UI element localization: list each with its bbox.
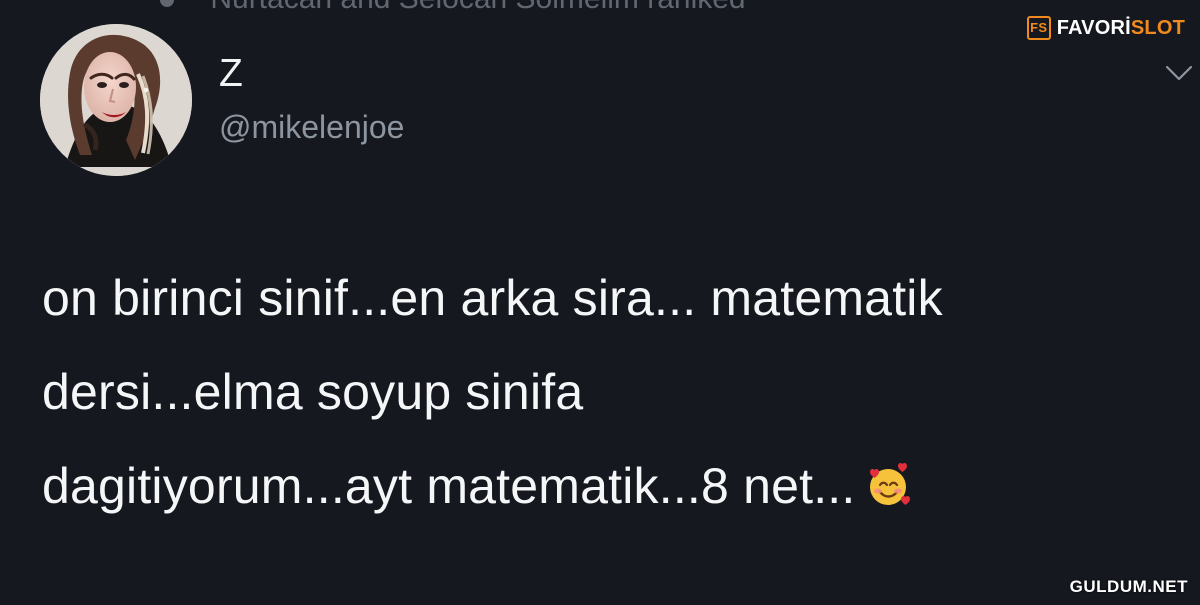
smiling-face-with-hearts-icon [863, 461, 913, 511]
previous-tweet-context: Nurtacan and Selocan Solmelim rarliked [160, 0, 920, 10]
tweet-line: dagitiyorum...ayt matematik...8 net... [42, 439, 1172, 533]
brand-text: FAVORİSLOT [1057, 17, 1185, 40]
reply-thread-icon [160, 0, 174, 8]
chevron-down-icon[interactable] [1164, 63, 1194, 83]
site-logo: FS FAVORİSLOT [1026, 15, 1185, 41]
previous-tweet-context-text: Nurtacan and Selocan Solmelim rarliked [210, 0, 745, 10]
watermark: GULDUM.NET [1069, 577, 1188, 596]
tweet-text: on birinci sinif...en arka sira... matem… [42, 251, 1172, 533]
tweet-line: on birinci sinif...en arka sira... matem… [42, 270, 943, 326]
display-name[interactable]: Z [219, 54, 243, 93]
avatar[interactable] [40, 24, 192, 176]
brand-name: FAVORİ [1056, 16, 1131, 39]
tweet-line: dersi...elma soyup sinifa [42, 364, 584, 420]
username[interactable]: @mikelenjoe [219, 111, 404, 143]
tweet-line-text: dagitiyorum...ayt matematik...8 net... [42, 458, 856, 514]
brand-mark: FS [1026, 16, 1051, 40]
brand-accent: SLOT [1130, 16, 1185, 39]
